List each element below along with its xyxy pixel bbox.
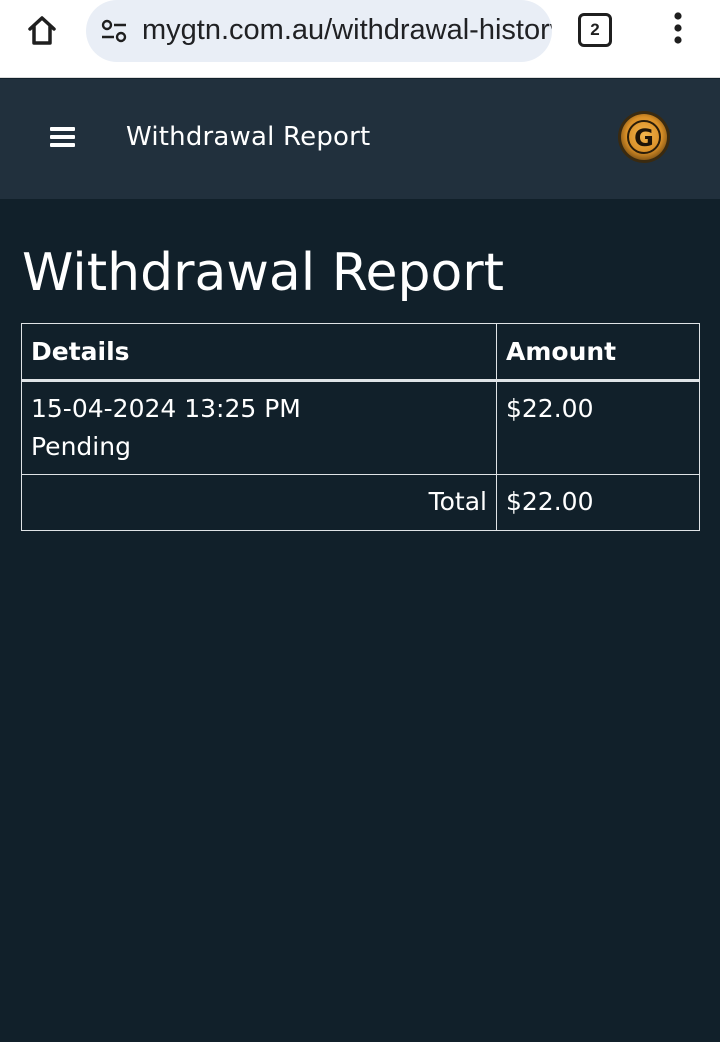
table-row: 15-04-2024 13:25 PM Pending $22.00: [21, 380, 700, 475]
browser-toolbar: mygtn.com.au/withdrawal-history 2: [0, 0, 720, 78]
brand-logo[interactable]: G: [617, 110, 671, 164]
details-cell: 15-04-2024 13:25 PM Pending: [21, 380, 497, 475]
menu-icon[interactable]: [50, 127, 76, 149]
total-row: Total $22.00: [21, 474, 700, 531]
withdrawal-date: 15-04-2024 13:25 PM: [31, 394, 301, 423]
url-text[interactable]: mygtn.com.au/withdrawal-history: [142, 10, 552, 50]
tab-switcher-button[interactable]: 2: [578, 13, 612, 47]
total-label: Total: [21, 474, 497, 531]
site-settings-icon[interactable]: [100, 17, 128, 45]
address-bar[interactable]: mygtn.com.au/withdrawal-history: [86, 0, 552, 62]
column-header-details: Details: [21, 323, 497, 382]
column-header-amount: Amount: [496, 323, 700, 382]
header-title: Withdrawal Report: [126, 122, 371, 152]
withdrawal-table: Details Amount 15-04-2024 13:25 PM Pendi…: [21, 323, 700, 531]
total-amount: $22.00: [496, 474, 700, 531]
withdrawal-status: Pending: [31, 432, 131, 461]
page-title: Withdrawal Report: [22, 243, 505, 303]
amount-cell: $22.00: [496, 380, 700, 475]
logo-letter: G: [634, 124, 654, 152]
home-button[interactable]: [20, 8, 64, 52]
app-header: Withdrawal Report G: [0, 79, 720, 199]
more-options-icon[interactable]: [664, 10, 692, 46]
table-header-row: Details Amount: [21, 323, 700, 382]
home-icon: [28, 16, 56, 45]
